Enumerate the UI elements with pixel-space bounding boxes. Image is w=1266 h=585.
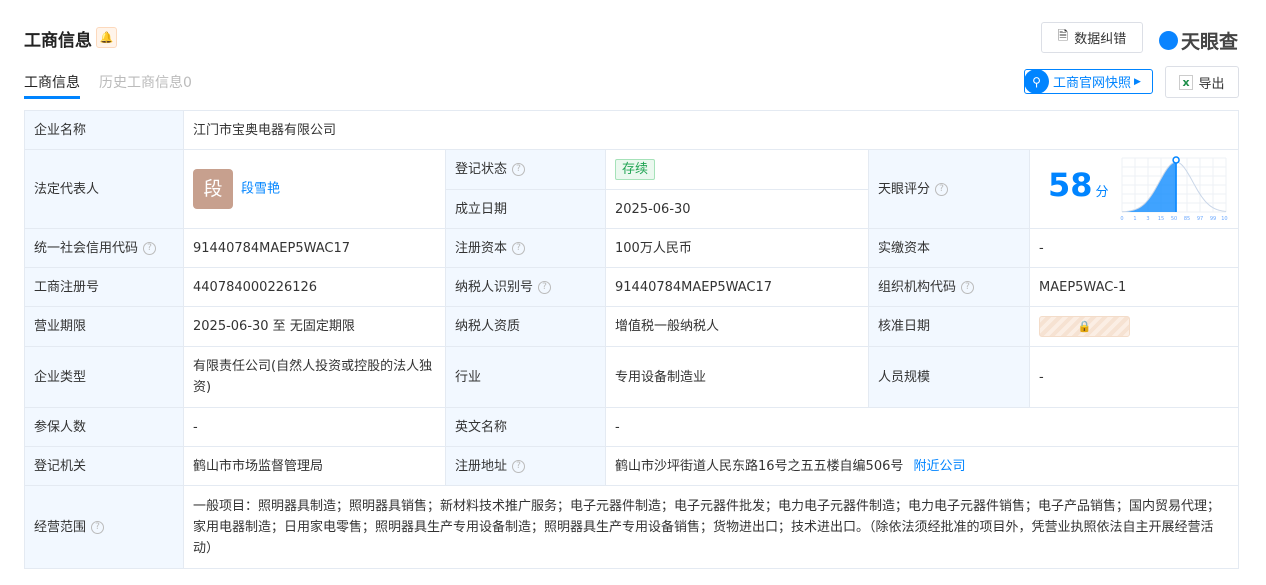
tab-business-info[interactable]: 工商信息 (24, 72, 80, 99)
tick-label: 15 (1158, 216, 1164, 222)
help-icon[interactable]: ? (935, 182, 949, 196)
tick-label: 97 (1197, 216, 1203, 222)
status: 存续 (605, 149, 869, 190)
label-industry: 行业 (445, 346, 606, 408)
label-score: 天眼评分? (868, 149, 1030, 229)
help-icon[interactable]: ? (512, 163, 526, 176)
founded: 2025-06-30 (605, 189, 869, 229)
label-staff: 人员规模 (868, 346, 1030, 408)
tax-qualification: 增值税一般纳税人 (605, 306, 869, 347)
lock-icon[interactable]: 🔒 (1039, 316, 1130, 337)
label-paid: 实缴资本 (868, 228, 1030, 268)
brand-logo: 天眼查 (1159, 27, 1238, 54)
legal-rep: 段段雪艳 (183, 149, 446, 229)
score-distribution-chart: 0 1 3 15 50 85 97 99 100 (1120, 156, 1228, 222)
label-authority: 登记机关 (24, 446, 184, 486)
tick-label: 1 (1133, 216, 1136, 222)
label-org: 组织机构代码? (868, 267, 1030, 307)
help-icon[interactable]: ? (538, 280, 552, 294)
section-title: 工商信息 (24, 31, 92, 51)
company-name: 江门市宝奥电器有限公司 (182, 110, 1240, 150)
label-type: 企业类型 (24, 346, 184, 408)
org-code: MAEP5WAC-1 (1028, 267, 1240, 307)
label-taxid: 纳税人识别号? (445, 267, 606, 307)
label-addr: 注册地址? (445, 446, 606, 486)
staff-size: - (1028, 346, 1240, 408)
term: 2025-06-30 至 无固定期限 (183, 306, 446, 347)
label-status: 登记状态? (445, 149, 606, 190)
logo-icon (1159, 31, 1178, 50)
label-credit: 统一社会信用代码? (24, 228, 184, 268)
brand-name: 天眼查 (1181, 31, 1239, 53)
label-taxq: 纳税人资质 (445, 306, 606, 347)
taxid: 91440784MAEP5WAC17 (605, 267, 869, 307)
label-scope: 经营范围? (24, 485, 184, 569)
tick-label: 50 (1171, 216, 1177, 222)
label-reg-no: 工商注册号 (24, 267, 184, 307)
capital: 100万人民币 (605, 228, 869, 268)
address-text: 鹤山市沙坪街道人民东路16号之五五楼自编506号 (615, 458, 904, 474)
address: 鹤山市沙坪街道人民东路16号之五五楼自编506号 附近公司 (604, 446, 1240, 486)
score-unit: 分 (1095, 185, 1109, 200)
score-marker-dot (1172, 156, 1180, 164)
export-label: 导出 (1198, 76, 1225, 92)
stamp-icon: ⚲ (1024, 69, 1049, 94)
help-icon[interactable]: ? (143, 241, 157, 255)
export-button[interactable]: x 导出 (1165, 66, 1239, 98)
business-info-table: 企业名称 江门市宝奥电器有限公司 法定代表人 段段雪艳 登记状态? 存续 天眼评分… (24, 110, 1240, 569)
insured: - (183, 407, 446, 447)
legal-rep-link[interactable]: 段雪艳 (241, 182, 280, 197)
approve-date[interactable]: 🔒 (1028, 306, 1240, 347)
industry: 专用设备制造业 (605, 346, 869, 408)
tab-history[interactable]: 历史工商信息0 (99, 72, 192, 92)
avatar: 段 (193, 169, 233, 209)
english-name: - (604, 407, 1240, 447)
label-capital: 注册资本? (445, 228, 606, 268)
tick-label: 85 (1184, 216, 1190, 222)
help-icon[interactable]: ? (512, 459, 526, 473)
feedback-button[interactable]: 🗎 数据纠错 (1041, 22, 1143, 53)
label-name: 企业名称 (24, 110, 184, 150)
reg-no: 440784000226126 (183, 267, 446, 307)
feedback-label: 数据纠错 (1074, 32, 1127, 47)
tick-label: 100 (1221, 216, 1228, 222)
snapshot-label: 工商官网快照 (1053, 76, 1132, 91)
tick-label: 0 (1120, 216, 1123, 222)
business-scope: 一般项目：照明器具制造；照明器具销售；新材料技术推广服务；电子元器件制造；电子元… (182, 485, 1240, 569)
caret-right-icon: ▶ (1134, 76, 1141, 87)
help-icon[interactable]: ? (512, 241, 526, 255)
score-value: 58 (1048, 166, 1093, 204)
snapshot-button[interactable]: ⚲ 工商官网快照 ▶ (1024, 69, 1153, 94)
score-cell[interactable]: 58分 0 1 3 15 50 85 97 99 100 (1028, 149, 1240, 229)
document-icon: 🗎 (1057, 28, 1069, 44)
label-founded: 成立日期 (445, 189, 606, 229)
authority: 鹤山市市场监督管理局 (183, 446, 446, 486)
excel-icon: x (1179, 74, 1193, 90)
nearby-link[interactable]: 附近公司 (914, 459, 966, 474)
label-legal: 法定代表人 (24, 149, 184, 229)
help-icon[interactable]: ? (961, 280, 975, 294)
paid-capital: - (1028, 228, 1240, 268)
credit-code: 91440784MAEP5WAC17 (183, 228, 446, 268)
help-icon[interactable]: ? (91, 520, 105, 534)
company-type: 有限责任公司(自然人投资或控股的法人独资) (183, 346, 446, 408)
status-badge: 存续 (615, 159, 656, 180)
tick-label: 3 (1146, 216, 1149, 222)
score-area (1122, 162, 1177, 212)
bell-icon[interactable]: 🔔 (96, 27, 117, 48)
label-approve: 核准日期 (868, 306, 1030, 347)
label-term: 营业期限 (24, 306, 184, 347)
label-insured: 参保人数 (24, 407, 184, 447)
label-en: 英文名称 (445, 407, 606, 447)
tick-label: 99 (1210, 216, 1216, 222)
